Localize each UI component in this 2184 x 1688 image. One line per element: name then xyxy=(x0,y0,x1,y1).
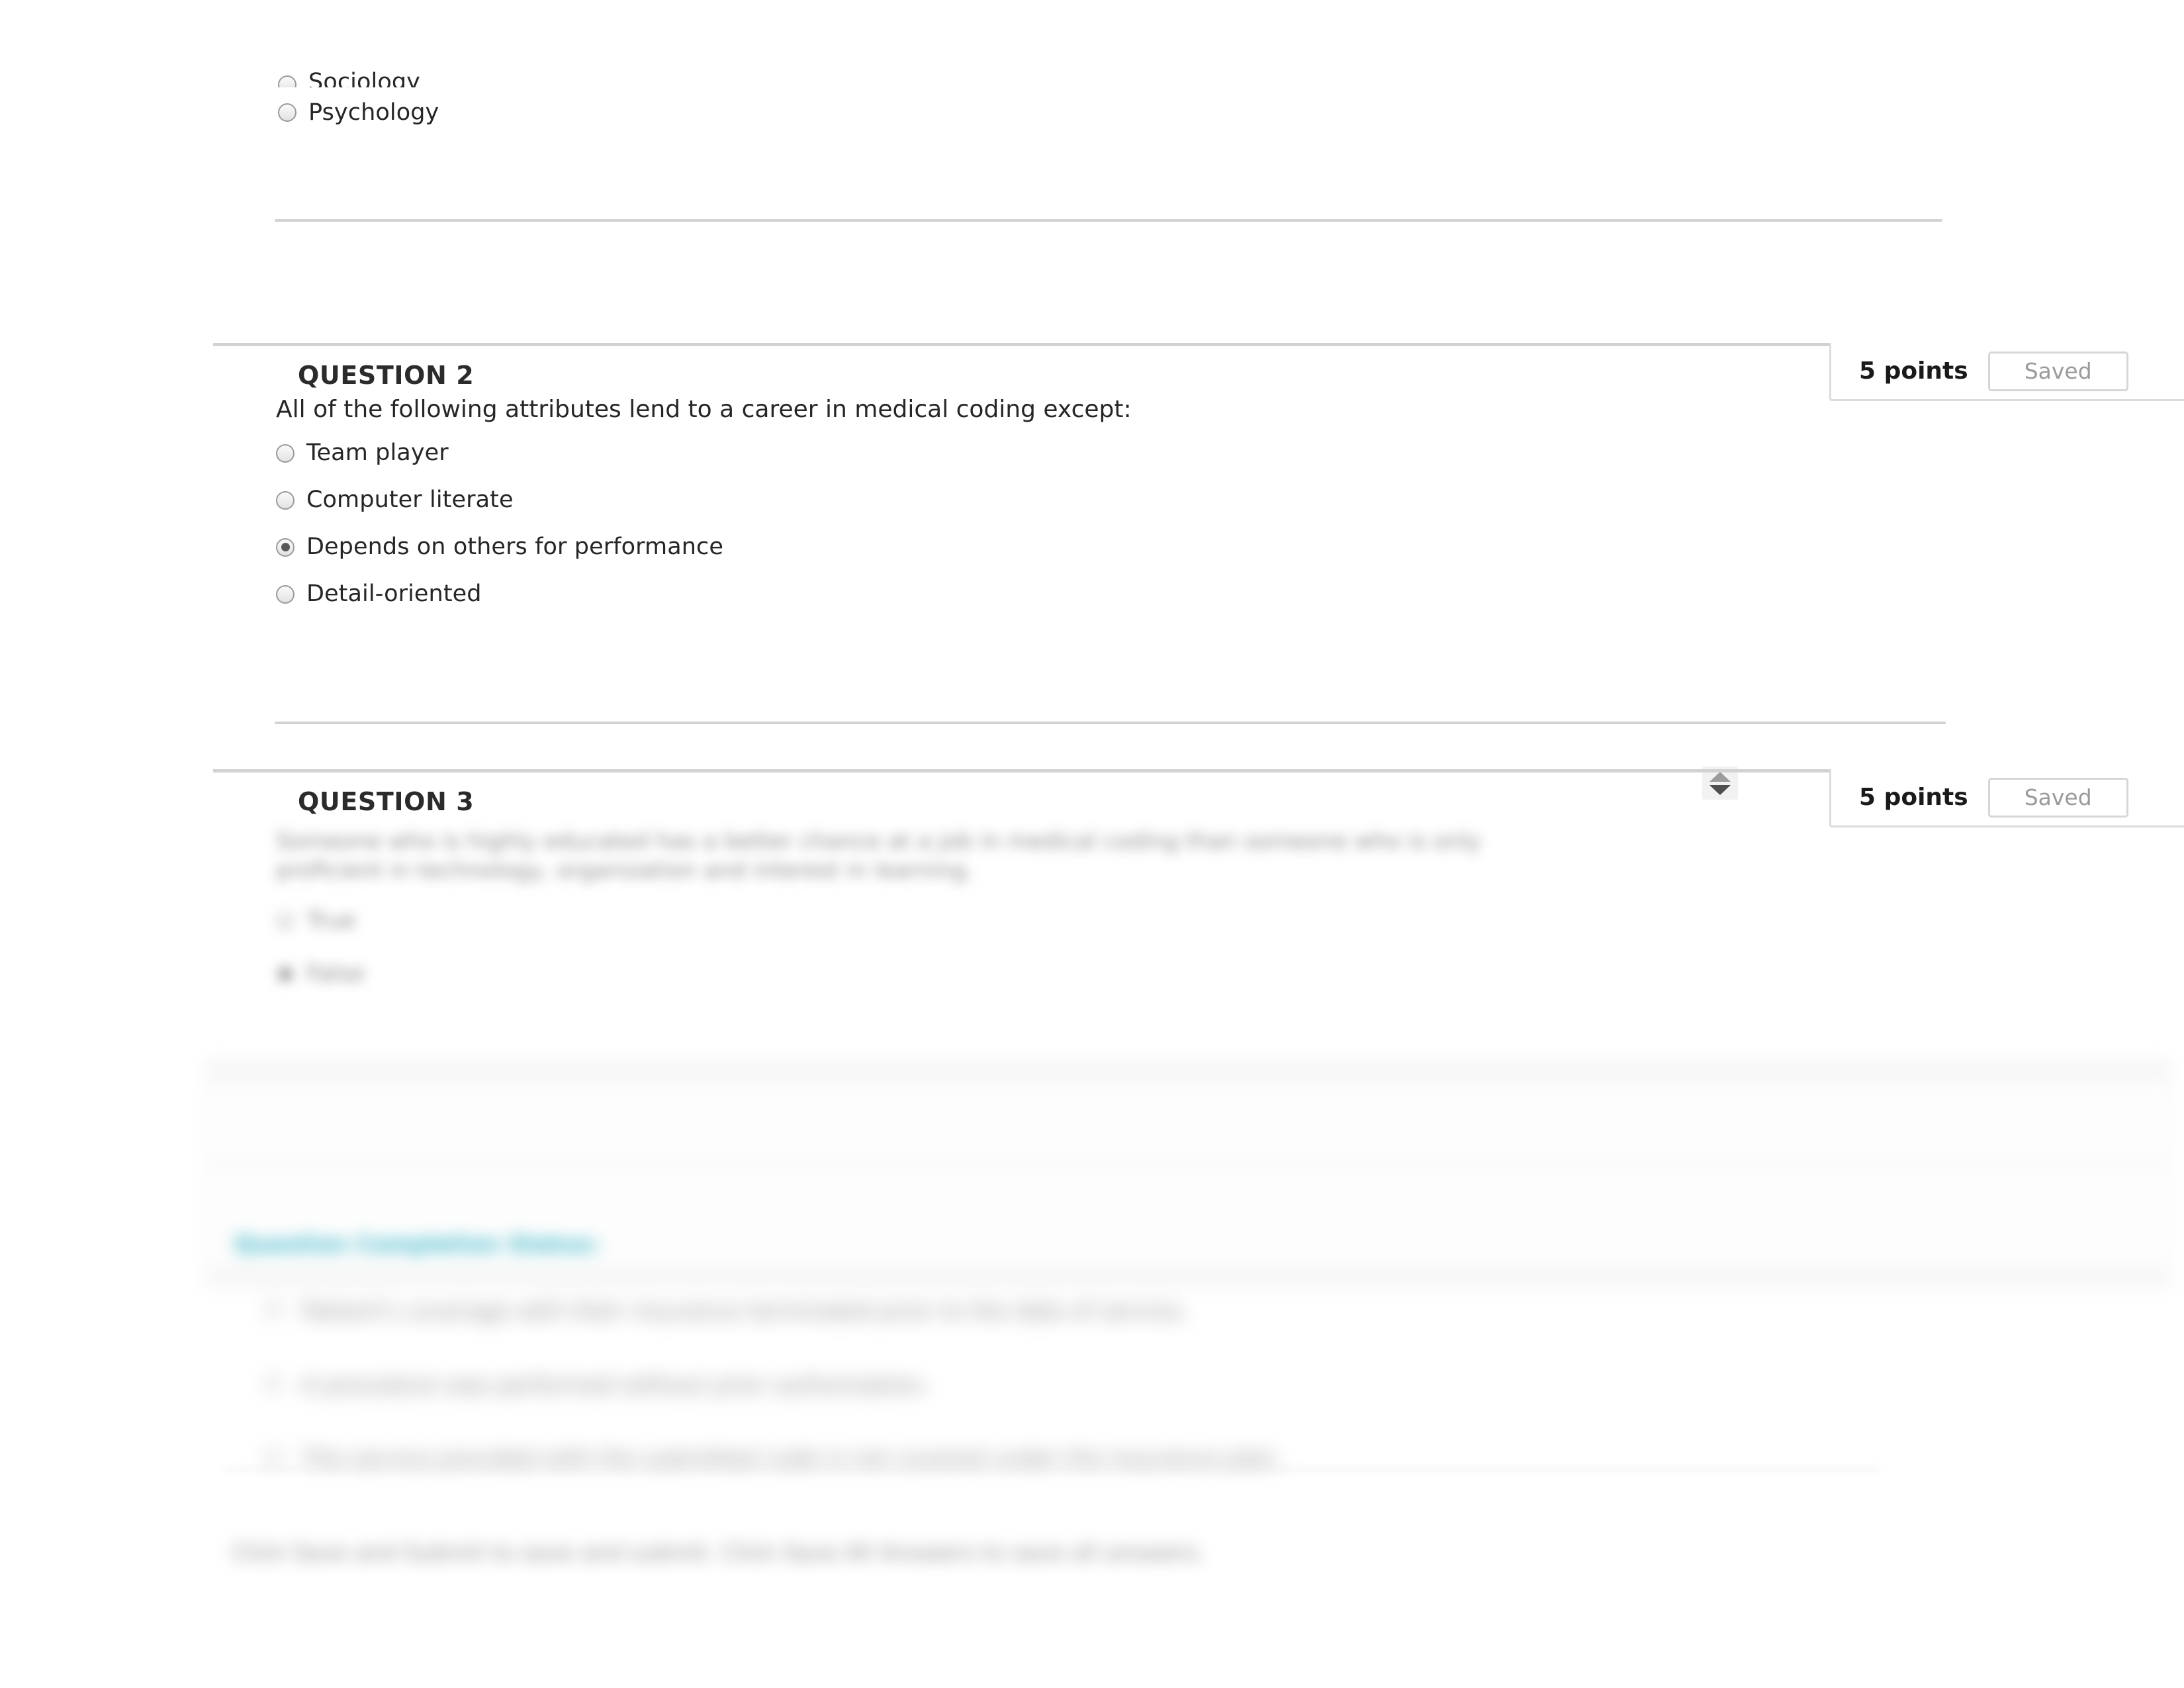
radio-option-label: Sociology xyxy=(308,69,420,88)
question-2-save-button[interactable]: Saved xyxy=(1987,351,2128,391)
question-2-body: All of the following attributes lend to … xyxy=(276,395,1864,618)
radio-button-psychology[interactable] xyxy=(278,103,296,122)
question-3-body: Someone who is highly educated has a bet… xyxy=(276,827,1600,1000)
radio-option-row[interactable]: Depends on others for performance xyxy=(276,524,1864,571)
question-top-border xyxy=(213,343,1974,346)
radio-button-sociology[interactable] xyxy=(278,75,296,87)
question-2-title: QUESTION 2 xyxy=(298,361,475,390)
radio-button-false[interactable] xyxy=(276,964,295,984)
question-3-text: Someone who is highly educated has a bet… xyxy=(276,828,1488,884)
radio-option-label: Detail-oriented xyxy=(306,581,482,607)
radio-button-option-a[interactable] xyxy=(265,1300,282,1317)
list-item[interactable]: A procedure was performed without prior … xyxy=(265,1372,1853,1401)
question-2-options: Team player Computer literate Depends on… xyxy=(276,430,1864,618)
radio-option-label: Computer literate xyxy=(306,487,514,513)
partial-question-options: Sociology Psychology xyxy=(275,46,1946,222)
radio-button-depends-on-others[interactable] xyxy=(276,538,295,557)
question-3-save-button[interactable]: Saved xyxy=(1987,777,2128,818)
submit-instructions-text: Click Save and Submit to save and submit… xyxy=(232,1540,1205,1566)
radio-button-option-b[interactable] xyxy=(265,1374,282,1391)
radio-option-row[interactable]: False xyxy=(276,947,1600,1000)
radio-option-label: False xyxy=(306,960,365,987)
radio-option-row[interactable]: Sociology xyxy=(278,46,1946,87)
radio-option-row[interactable]: Detail-oriented xyxy=(276,571,1864,618)
question-divider xyxy=(275,219,1942,222)
radio-option-row[interactable]: Psychology xyxy=(278,87,1946,138)
list-item[interactable]: Patient's coverage with their insurance … xyxy=(265,1297,1853,1327)
question-completion-status-panel: Question Completion Status: xyxy=(205,1059,2172,1289)
radio-option-row[interactable]: Computer literate xyxy=(276,477,1864,524)
question-2-points: 5 points xyxy=(1859,357,1968,385)
radio-option-row[interactable]: Team player xyxy=(276,430,1864,477)
question-3-title: QUESTION 3 xyxy=(298,787,475,816)
question-3-points-panel: 5 points Saved xyxy=(1829,769,2184,827)
chevron-down-icon[interactable] xyxy=(1709,784,1731,795)
panel-top-stripe xyxy=(206,1060,2172,1083)
question-completion-status-heading[interactable]: Question Completion Status: xyxy=(234,1231,600,1258)
radio-button-computer-literate[interactable] xyxy=(276,491,295,510)
radio-button-team-player[interactable] xyxy=(276,444,295,463)
question-2-points-panel: 5 points Saved xyxy=(1829,343,2184,401)
list-item-label: A procedure was performed without prior … xyxy=(302,1372,930,1399)
obscured-answer-list: Patient's coverage with their insurance … xyxy=(265,1297,1853,1474)
panel-mid-stripe xyxy=(206,1160,2172,1166)
list-item-label: Patient's coverage with their insurance … xyxy=(302,1298,1189,1325)
radio-option-label: Psychology xyxy=(308,99,439,126)
footer-divider xyxy=(225,1468,1880,1470)
question-top-border xyxy=(213,769,1974,773)
question-3-options: True False xyxy=(276,894,1600,1000)
panel-bottom-stripe xyxy=(206,1266,2172,1289)
question-divider xyxy=(275,722,1946,724)
radio-option-label: Team player xyxy=(306,440,449,466)
question-2-text: All of the following attributes lend to … xyxy=(276,396,1132,423)
chevron-up-icon[interactable] xyxy=(1709,771,1731,782)
radio-option-label: Depends on others for performance xyxy=(306,534,724,560)
radio-option-row[interactable]: True xyxy=(276,894,1600,947)
question-3-points: 5 points xyxy=(1859,784,1968,811)
radio-button-true[interactable] xyxy=(276,912,295,931)
radio-option-label: True xyxy=(306,907,356,934)
radio-button-detail-oriented[interactable] xyxy=(276,585,295,604)
radio-button-option-c[interactable] xyxy=(265,1448,282,1466)
